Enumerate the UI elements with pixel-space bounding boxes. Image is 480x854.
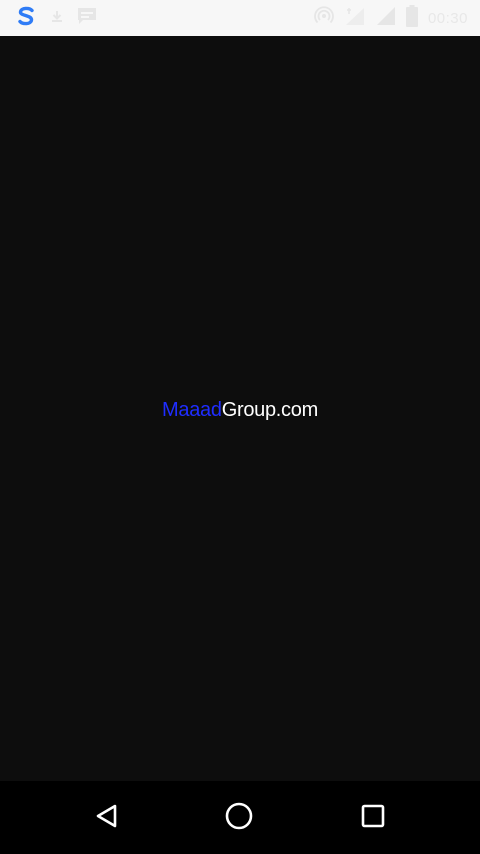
home-icon	[224, 801, 254, 836]
brand-name-part1: Maaad	[162, 399, 222, 421]
battery-icon	[405, 4, 418, 32]
recent-apps-icon	[359, 802, 387, 835]
navigation-bar	[0, 781, 480, 854]
status-bar-time: 00:30	[427, 9, 468, 27]
brand-name-part2: Group.com	[221, 399, 319, 421]
brand-logo: MaaadGroup.com	[0, 398, 480, 422]
signal-strength-icon	[344, 6, 366, 31]
status-bar-left	[14, 5, 98, 31]
home-button[interactable]	[222, 801, 256, 835]
back-icon	[92, 801, 122, 836]
status-bar-right: 00:30	[314, 4, 468, 32]
splash-screen: MaaadGroup.com	[0, 36, 480, 781]
status-bar: 00:30	[0, 0, 480, 36]
cell-signal-icon	[376, 6, 396, 31]
back-button[interactable]	[90, 801, 124, 835]
swiftkey-s-icon	[14, 4, 38, 33]
message-icon	[76, 6, 98, 31]
hotspot-icon	[314, 5, 334, 31]
recent-apps-button[interactable]	[356, 801, 390, 835]
download-icon	[48, 7, 66, 30]
